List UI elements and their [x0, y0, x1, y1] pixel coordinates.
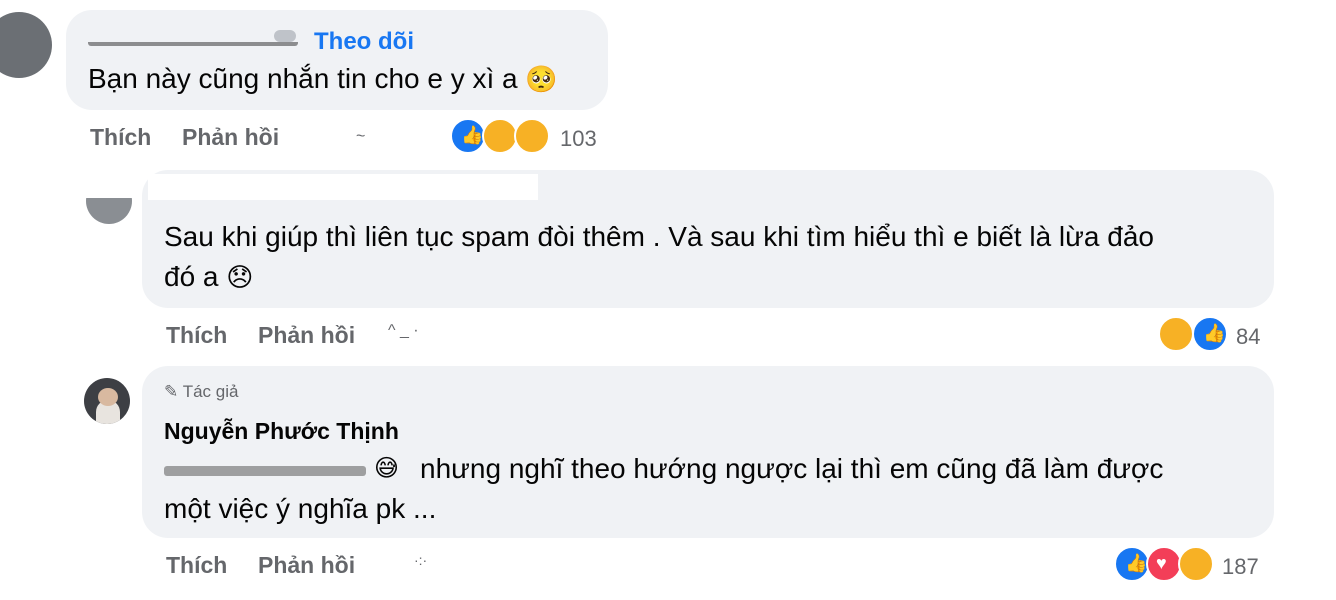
reaction-count[interactable]: 187	[1222, 554, 1259, 580]
sweat-smile-icon: 😅	[374, 455, 400, 482]
comment-text-body: đó a	[164, 261, 219, 292]
reaction-count[interactable]: 103	[560, 126, 597, 152]
obscured-mention[interactable]	[164, 466, 366, 476]
comment-text-body: Bạn này cũng nhắn tin cho e y xì a	[88, 63, 518, 94]
author-avatar[interactable]	[84, 378, 130, 424]
reply-button[interactable]: Phản hồi	[258, 552, 355, 579]
comment-text-line: một việc ý nghĩa pk ...	[164, 493, 437, 524]
haha-icon	[482, 118, 518, 154]
sad-icon	[1158, 316, 1194, 352]
like-icon: 👍	[450, 118, 486, 154]
obscured-avatar-mark	[274, 30, 296, 42]
care-icon	[1178, 546, 1214, 582]
comment-bubble: Sau khi giúp thì liên tục spam đòi thêm …	[142, 170, 1274, 308]
author-name[interactable]: Nguyễn Phước Thịnh	[164, 418, 399, 445]
timestamp-obscured: ~	[356, 128, 366, 145]
pencil-icon: ✎	[164, 382, 179, 401]
timestamp-obscured: ^ _ ·	[388, 322, 419, 339]
like-button[interactable]: Thích	[166, 552, 227, 579]
comment-text-line: Sau khi giúp thì liên tục spam đòi thêm …	[164, 221, 1154, 252]
commenter-avatar[interactable]	[0, 12, 52, 78]
like-icon: 👍	[1114, 546, 1150, 582]
disappointed-face-icon: 😞	[226, 262, 254, 292]
like-button[interactable]: Thích	[90, 124, 151, 151]
comment-bubble: ✎ Tác giả Nguyễn Phước Thịnh 😅 nhưng ngh…	[142, 366, 1274, 538]
sad-icon	[514, 118, 550, 154]
love-icon: ♥	[1146, 546, 1182, 582]
like-icon: 👍	[1192, 316, 1228, 352]
reply-button[interactable]: Phản hồi	[258, 322, 355, 349]
pleading-face-icon: 🥺	[525, 64, 558, 94]
comment-text: Bạn này cũng nhắn tin cho e y xì a 🥺	[88, 60, 558, 98]
comment-text-line: đó a 😞	[164, 258, 253, 296]
reaction-count[interactable]: 84	[1236, 324, 1260, 350]
like-button[interactable]: Thích	[166, 322, 227, 349]
timestamp-obscured: ·:·	[414, 552, 428, 568]
author-badge: ✎ Tác giả	[164, 382, 239, 401]
comment-bubble: Theo dõi Bạn này cũng nhắn tin cho e y x…	[66, 10, 608, 110]
follow-link[interactable]: Theo dõi	[314, 28, 414, 56]
comment-text-line: nhưng nghĩ theo hướng ngược lại thì em c…	[420, 453, 1164, 484]
reply-button[interactable]: Phản hồi	[182, 124, 279, 151]
